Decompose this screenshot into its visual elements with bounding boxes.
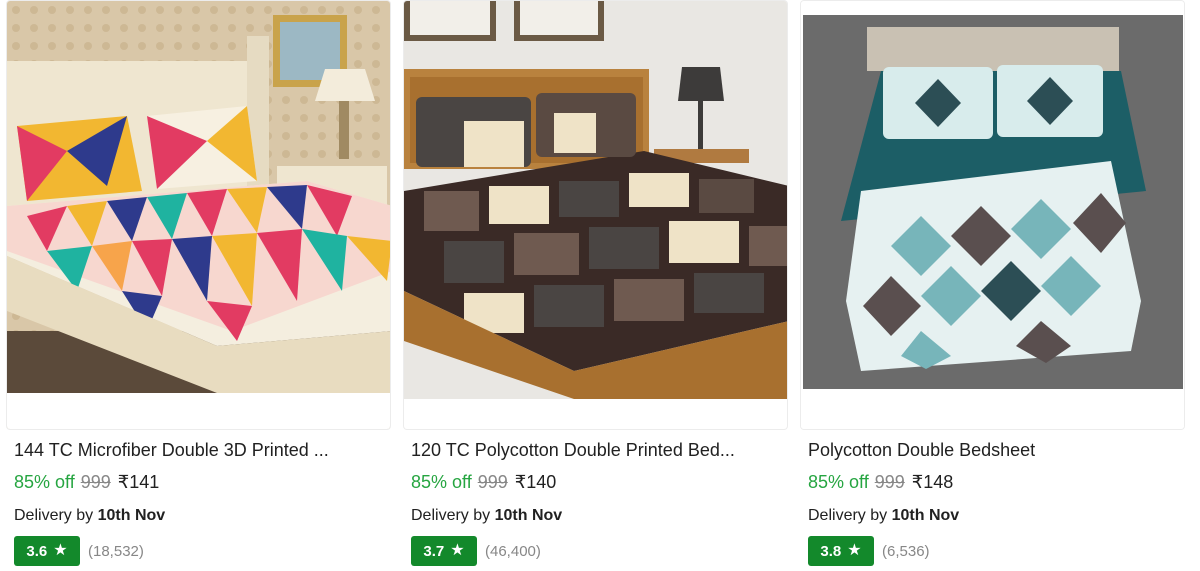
bedsheet-brown-patchwork-image [404,1,787,429]
discount-label: 85% off [808,472,869,492]
sale-price: ₹141 [117,472,160,492]
price-row: 85% off 999 ₹148 [808,472,953,493]
product-card[interactable]: 120 TC Polycotton Double Printed Bed... … [403,0,788,571]
product-title[interactable]: 144 TC Microfiber Double 3D Printed ... [14,440,384,461]
product-title[interactable]: 120 TC Polycotton Double Printed Bed... [411,440,781,461]
sale-price: ₹148 [911,472,954,492]
star-icon: ★ [450,542,465,559]
rating-badge[interactable]: 3.7 ★ [411,536,477,566]
delivery-label: Delivery by [14,507,94,524]
rating-row: 3.8 ★ (6,536) [808,536,930,566]
delivery-info: Delivery by 10th Nov [411,507,562,525]
product-image[interactable] [403,0,788,430]
original-price: 999 [874,472,905,492]
delivery-label: Delivery by [808,507,888,524]
product-grid: 144 TC Microfiber Double 3D Printed ... … [0,0,1200,571]
bedsheet-teal-diamond-image [801,1,1184,429]
star-icon: ★ [53,542,68,559]
discount-label: 85% off [411,472,472,492]
product-title[interactable]: Polycotton Double Bedsheet [808,440,1178,461]
review-count: (6,536) [882,542,930,560]
star-icon: ★ [847,542,862,559]
product-image[interactable] [800,0,1185,430]
review-count: (18,532) [88,542,144,560]
delivery-date: 10th Nov [891,507,960,524]
original-price: 999 [80,472,111,492]
delivery-label: Delivery by [411,507,491,524]
sale-price: ₹140 [514,472,557,492]
delivery-date: 10th Nov [97,507,166,524]
bedsheet-triangle-print-image [7,1,390,429]
review-count: (46,400) [485,542,541,560]
price-row: 85% off 999 ₹141 [14,472,159,493]
rating-row: 3.7 ★ (46,400) [411,536,541,566]
price-row: 85% off 999 ₹140 [411,472,556,493]
delivery-info: Delivery by 10th Nov [14,507,165,525]
rating-value: 3.8 [820,542,842,560]
delivery-date: 10th Nov [494,507,563,524]
product-card[interactable]: Polycotton Double Bedsheet 85% off 999 ₹1… [800,0,1185,571]
rating-badge[interactable]: 3.8 ★ [808,536,874,566]
rating-value: 3.6 [26,542,48,560]
rating-row: 3.6 ★ (18,532) [14,536,144,566]
original-price: 999 [477,472,508,492]
product-image[interactable] [6,0,391,430]
discount-label: 85% off [14,472,75,492]
product-card[interactable]: 144 TC Microfiber Double 3D Printed ... … [6,0,391,571]
rating-value: 3.7 [423,542,445,560]
delivery-info: Delivery by 10th Nov [808,507,959,525]
rating-badge[interactable]: 3.6 ★ [14,536,80,566]
